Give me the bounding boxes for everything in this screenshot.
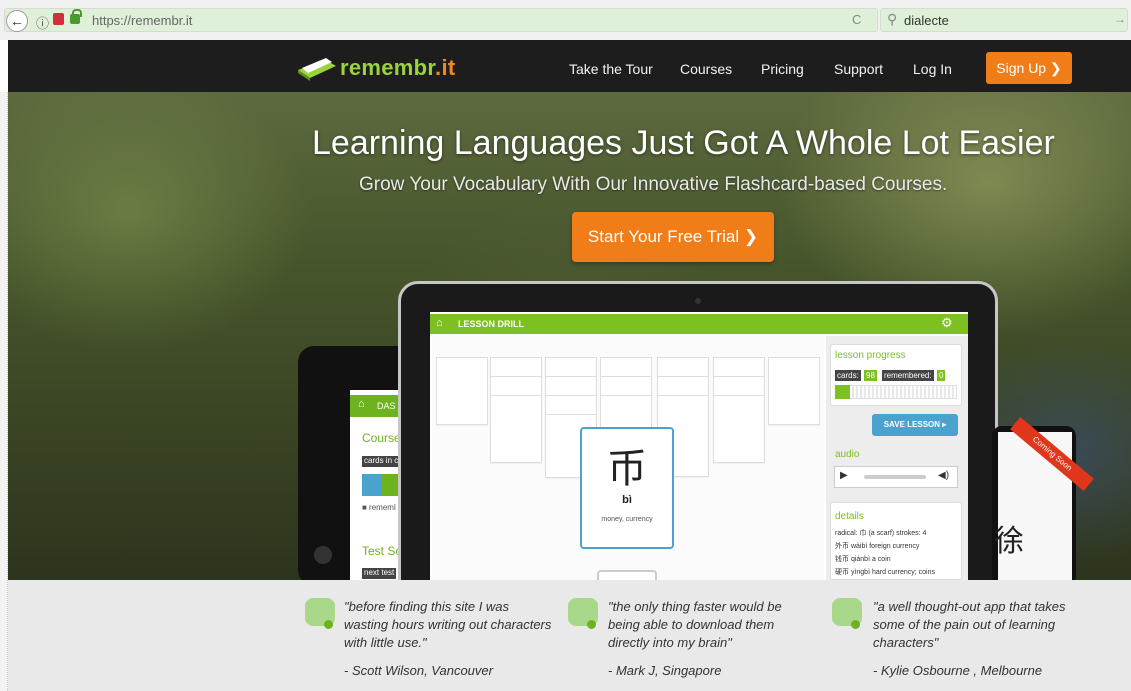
reload-icon[interactable]: C — [852, 12, 861, 27]
flashcard-slot — [600, 357, 652, 377]
flashcard-slot — [490, 376, 542, 396]
details-line: 硬币 yìngbì hard currency; coins — [835, 569, 935, 576]
search-icon: ⚲ — [887, 11, 898, 27]
logo-suffix: .it — [435, 55, 456, 80]
volume-icon[interactable]: ◀) — [938, 470, 949, 481]
nav-pricing[interactable]: Pricing — [761, 61, 804, 77]
pocket-icon[interactable] — [53, 13, 64, 25]
quote-bubble-icon — [305, 598, 335, 629]
flashcard-slot — [490, 395, 542, 463]
nav-take-the-tour[interactable]: Take the Tour — [569, 61, 653, 77]
tablet-test-title: Test Sc — [362, 544, 402, 558]
progress-bar — [835, 385, 957, 399]
testimonial-quote: "the only thing faster would be being ab… — [608, 599, 782, 650]
tablet-course-title: Course — [362, 431, 401, 445]
page-left-edge — [0, 92, 8, 691]
testimonial-quote: "a well thought-out app that takes some … — [873, 599, 1066, 650]
flashcard-slot — [545, 357, 597, 377]
tablet-legend: ■ rememl — [362, 503, 396, 512]
nav-support[interactable]: Support — [834, 61, 883, 77]
search-value[interactable]: dialecte — [904, 13, 949, 28]
cards-count: 98 — [864, 370, 877, 381]
flashcard-pinyin: bì — [622, 494, 632, 506]
logo-icon[interactable] — [296, 54, 338, 82]
flashcard-meaning: money, currency — [601, 516, 653, 523]
logo-name: remembr — [340, 55, 436, 80]
flashcard-slot — [490, 357, 542, 377]
testimonial-author: - Mark J, Singapore — [608, 663, 722, 678]
go-arrow-icon[interactable]: → — [1114, 12, 1126, 26]
tablet-chart — [362, 474, 402, 496]
logo-text[interactable]: remembr.it — [340, 55, 456, 81]
lesson-drill-label: LESSON DRILL — [458, 319, 525, 329]
back-button[interactable]: ← — [6, 10, 28, 32]
sign-up-button[interactable]: Sign Up ❯ — [986, 52, 1072, 84]
flashcard-slot — [713, 357, 765, 377]
flashcard-slot — [713, 376, 765, 396]
flashcard-character: 币 — [607, 447, 647, 491]
hero-title: Learning Languages Just Got A Whole Lot … — [312, 124, 1055, 162]
audio-title: audio — [835, 449, 860, 460]
play-icon[interactable]: ▶ — [840, 470, 848, 481]
info-icon[interactable]: ⓘ — [36, 13, 49, 32]
lesson-progress-title: lesson progress — [835, 350, 906, 361]
quote-bubble-icon — [568, 598, 598, 629]
save-lesson-button[interactable]: SAVE LESSON ▸ — [872, 414, 958, 436]
flashcard-slot — [768, 357, 820, 425]
progress-bar-fill — [835, 385, 850, 399]
home-icon: ⌂ — [358, 398, 365, 410]
nav-log-in[interactable]: Log In — [913, 61, 952, 77]
hero-subtitle: Grow Your Vocabulary With Our Innovative… — [359, 174, 948, 195]
flashcard-slot — [657, 376, 709, 396]
remembered-count: 0 — [937, 370, 946, 381]
tablet-cards-tag: cards in c — [362, 456, 401, 467]
tablet-home-button — [314, 546, 332, 564]
details-line: radical: 巾 (a scarf) strokes: 4 — [835, 530, 927, 537]
camera-dot — [695, 298, 701, 304]
flashcard-slot — [600, 376, 652, 396]
gear-icon: ⚙ — [941, 315, 953, 330]
testimonial-quote: "before finding this site I was wasting … — [344, 599, 552, 650]
flashcard-slot — [657, 357, 709, 377]
flashcard-slot — [600, 395, 652, 429]
flashcard-slot — [545, 395, 597, 415]
tablet-next-tag: next test — [362, 568, 397, 579]
testimonial-author: - Kylie Osbourne , Melbourne — [873, 663, 1043, 678]
nav-courses[interactable]: Courses — [680, 61, 732, 77]
details-line: 外币 wàibì foreign currency — [835, 543, 920, 550]
start-free-trial-button[interactable]: Start Your Free Trial ❯ — [572, 212, 774, 262]
home-icon: ⌂ — [436, 317, 443, 329]
details-line: 钱币 qiánbì a coin — [835, 556, 891, 563]
tablet-header-label: DAS — [377, 401, 396, 411]
flashcard-slot — [713, 395, 765, 463]
remembered-label: remembered: — [882, 370, 934, 381]
audio-progress-track[interactable] — [864, 475, 926, 479]
phone-character: 徐 — [994, 525, 1024, 558]
cards-label: cards: — [835, 370, 861, 381]
url-text[interactable]: https://remembr.it — [92, 13, 192, 28]
flashcard-slot — [436, 357, 488, 425]
flashcard-slot — [545, 376, 597, 396]
lock-icon — [70, 9, 82, 24]
testimonial-author: - Scott Wilson, Vancouver — [344, 663, 493, 678]
quote-bubble-icon — [832, 598, 862, 629]
details-title: details — [835, 511, 864, 522]
